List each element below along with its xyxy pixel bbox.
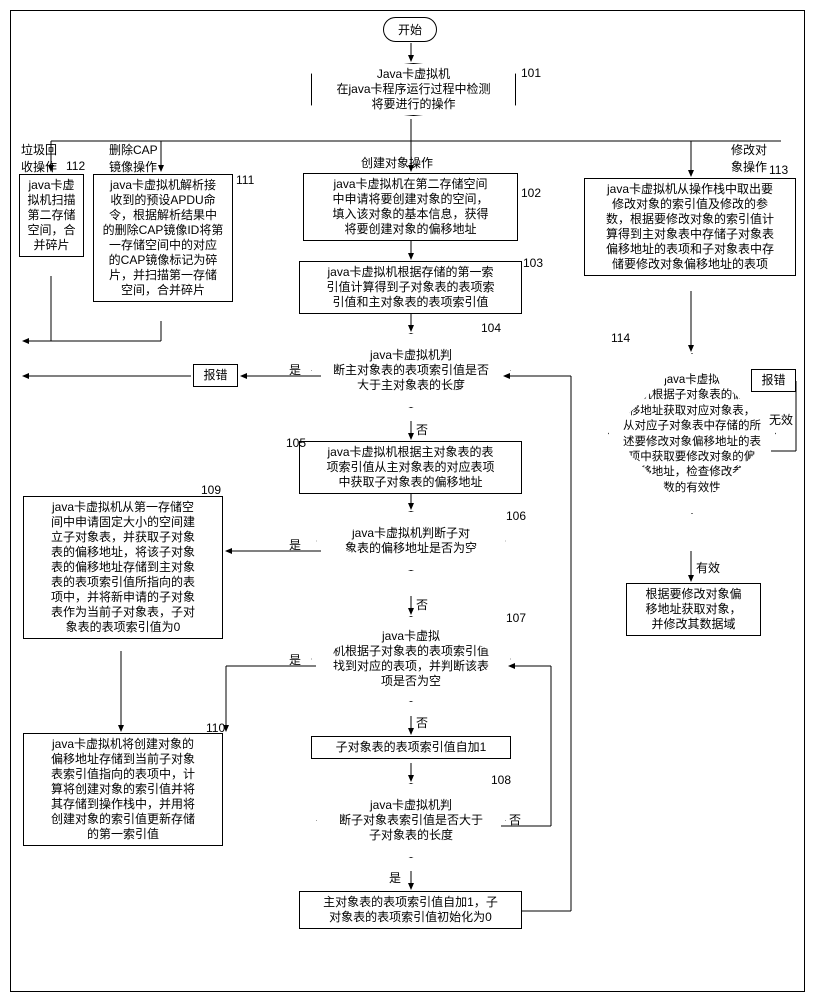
num-114: 114 (611, 331, 630, 345)
node-102-text: java卡虚拟机在第二存储空间 中申请将要创建对象的空间， 填入该对象的基本信息… (332, 177, 488, 236)
branch-create-label: 创建对象操作 (361, 154, 433, 171)
node-110-text: java卡虚拟机将创建对象的 偏移地址存储到当前子对象 表索引值指向的表项中，计… (51, 737, 195, 841)
error-left: 报错 (193, 364, 238, 387)
node-106-text: java卡虚拟机判断子对 象表的偏移地址是否为空 (345, 526, 477, 555)
num-110: 110 (206, 721, 225, 735)
node-107-text: java卡虚拟 机根据子对象表的表项索引值 找到对应的表项，并判断该表 项是否为… (333, 629, 489, 688)
node-111-text: java卡虚拟机解析接 收到的预设APDU命 令，根据解析结果中 的删除CAP镜… (103, 178, 224, 297)
node-108: java卡虚拟机判 断子对象表索引值是否大于 子对象表的长度 (316, 783, 506, 858)
node-112-text: java卡虚 拟机扫描 第二存储 空间，合 并碎片 (27, 178, 75, 252)
num-103: 103 (523, 256, 543, 270)
node-107-no: 否 (416, 714, 428, 731)
num-112: 112 (66, 159, 85, 173)
node-104-text: java卡虚拟机判 断主对象表的表项索引值是否 大于主对象表的长度 (333, 348, 489, 392)
node-115: 根据要修改对象偏 移地址获取对象， 并修改其数据域 (626, 583, 761, 636)
start-label: 开始 (398, 23, 422, 37)
node-111: java卡虚拟机解析接 收到的预设APDU命 令，根据解析结果中 的删除CAP镜… (93, 174, 233, 302)
node-107b: 子对象表的表项索引值自加1 (311, 736, 511, 759)
node-105: java卡虚拟机根据主对象表的表 项索引值从主对象表的对应表项 中获取子对象表的… (299, 441, 522, 494)
node-108-no: 否 (509, 811, 521, 828)
branch-modify-label: 修改对 象操作 (731, 141, 767, 175)
error-left-text: 报错 (203, 368, 227, 382)
branch-delcap-label: 删除CAP 镜像操作 (109, 141, 158, 175)
node-103-text: java卡虚拟机根据存储的第一索 引值计算得到子对象表的表项索 引值和主对象表的… (326, 265, 494, 309)
node-108b-text: 主对象表的表项索引值自加1，子 对象表的表项索引值初始化为0 (323, 895, 498, 924)
node-107b-text: 子对象表的表项索引值自加1 (336, 740, 487, 754)
num-109: 109 (201, 483, 221, 497)
flowchart-canvas: 开始 Java卡虚拟机 在java卡程序运行过程中检测 将要进行的操作 101 … (10, 10, 805, 992)
num-108: 108 (491, 773, 511, 787)
num-111: 111 (236, 173, 254, 187)
node-108-yes: 是 (389, 869, 401, 886)
num-107: 107 (506, 611, 526, 625)
node-108b: 主对象表的表项索引值自加1，子 对象表的表项索引值初始化为0 (299, 891, 522, 929)
num-102: 102 (521, 186, 541, 200)
num-105: 105 (286, 436, 306, 450)
node-110: java卡虚拟机将创建对象的 偏移地址存储到当前子对象 表索引值指向的表项中，计… (23, 733, 223, 846)
node-108-text: java卡虚拟机判 断子对象表索引值是否大于 子对象表的长度 (339, 798, 483, 842)
node-101: Java卡虚拟机 在java卡程序运行过程中检测 将要进行的操作 (311, 63, 516, 116)
node-112: java卡虚 拟机扫描 第二存储 空间，合 并碎片 (19, 174, 84, 257)
num-104: 104 (481, 321, 501, 335)
node-101-text: Java卡虚拟机 在java卡程序运行过程中检测 将要进行的操作 (336, 67, 490, 111)
node-115-text: 根据要修改对象偏 移地址获取对象， 并修改其数据域 (645, 587, 741, 631)
node-107: java卡虚拟 机根据子对象表的表项索引值 找到对应的表项，并判断该表 项是否为… (311, 616, 511, 702)
node-104-yes: 是 (289, 361, 301, 378)
node-114-valid: 有效 (696, 559, 720, 576)
node-106: java卡虚拟机判断子对 象表的偏移地址是否为空 (316, 511, 506, 571)
node-106-no: 否 (416, 596, 428, 613)
node-113: java卡虚拟机从操作栈中取出要 修改对象的索引值及修改的参 数，根据要修改对象… (584, 178, 796, 276)
node-114-text: java卡虚拟 机根据子对象表的偏 移地址获取对应对象表， 从对应子对象表中存储… (623, 374, 761, 494)
node-113-text: java卡虚拟机从操作栈中取出要 修改对象的索引值及修改的参 数，根据要修改对象… (606, 182, 774, 271)
node-104: java卡虚拟机判 断主对象表的表项索引值是否 大于主对象表的长度 (311, 333, 511, 408)
node-104-no: 否 (416, 421, 428, 438)
error-right-text: 报错 (761, 373, 785, 387)
num-101: 101 (521, 66, 541, 80)
branch-gc-label: 垃圾回 收操作 (21, 141, 57, 175)
node-114-invalid: 无效 (769, 411, 793, 428)
num-106: 106 (506, 509, 526, 523)
num-113: 113 (769, 163, 788, 177)
start-terminator: 开始 (383, 17, 437, 42)
node-109-text: java卡虚拟机从第一存储空 间中申请固定大小的空间建 立子对象表，并获取子对象… (51, 500, 195, 634)
node-102: java卡虚拟机在第二存储空间 中申请将要创建对象的空间， 填入该对象的基本信息… (303, 173, 518, 241)
node-106-yes: 是 (289, 536, 301, 553)
node-105-text: java卡虚拟机根据主对象表的表 项索引值从主对象表的对应表项 中获取子对象表的… (326, 445, 494, 489)
node-107-yes: 是 (289, 651, 301, 668)
node-109: java卡虚拟机从第一存储空 间中申请固定大小的空间建 立子对象表，并获取子对象… (23, 496, 223, 639)
node-103: java卡虚拟机根据存储的第一索 引值计算得到子对象表的表项索 引值和主对象表的… (299, 261, 522, 314)
error-right: 报错 (751, 369, 796, 392)
